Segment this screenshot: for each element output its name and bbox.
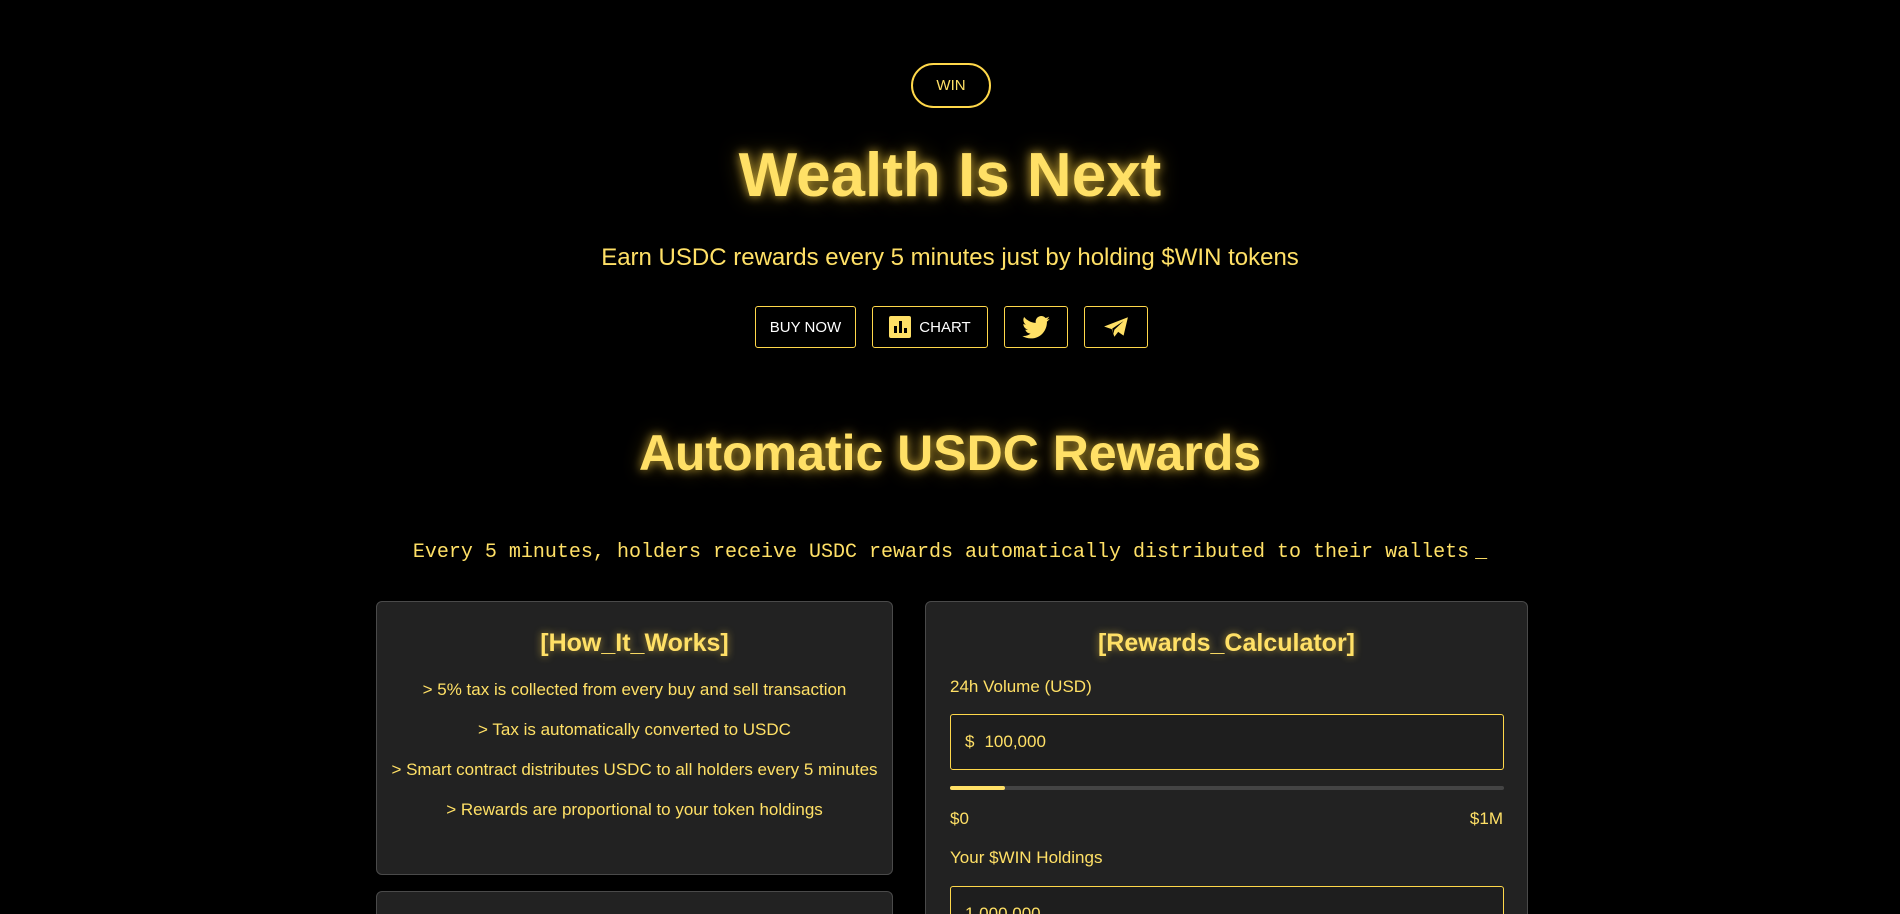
telegram-button[interactable] [1084, 306, 1148, 348]
rewards-calculator-title: [Rewards_Calculator] [1097, 629, 1356, 657]
chart-button[interactable]: CHART [872, 306, 988, 348]
typing-cursor: _ [1475, 541, 1488, 564]
range-max-label: $1M [1469, 809, 1503, 828]
how-it-works-list: > 5% tax is collected from every buy and… [377, 680, 892, 840]
volume-slider[interactable] [950, 786, 1504, 790]
telegram-icon [1103, 316, 1129, 338]
list-item: > Smart contract distributes USDC to all… [391, 760, 878, 779]
rewards-section-title: Automatic USDC Rewards [638, 425, 1262, 481]
chart-label: CHART [919, 318, 971, 336]
how-it-works-title: [How_It_Works] [540, 629, 729, 657]
holdings-input-box[interactable] [950, 886, 1504, 914]
next-card [376, 891, 893, 914]
volume-input-box[interactable]: $ [950, 714, 1504, 770]
action-buttons: BUY NOW CHART [755, 306, 1148, 348]
list-item: > Rewards are proportional to your token… [446, 800, 823, 819]
dollar-prefix: $ [965, 732, 975, 751]
range-min-label: $0 [950, 809, 969, 828]
volume-slider-fill[interactable] [950, 786, 1006, 790]
win-badge-label: WIN [936, 77, 966, 94]
typing-text: Every 5 minutes, holders receive USDC re… [412, 541, 1470, 564]
page: WIN Wealth Is Next Earn USDC rewards eve… [0, 0, 1900, 914]
list-item: > 5% tax is collected from every buy and… [422, 680, 847, 699]
how-it-works-card: [How_It_Works] > 5% tax is collected fro… [376, 601, 893, 875]
rewards-typing-text: Every 5 minutes, holders receive USDC re… [0, 541, 1900, 564]
rewards-calculator-card: [Rewards_Calculator] 24h Volume (USD) $ … [925, 601, 1528, 914]
volume-input[interactable] [984, 732, 1405, 752]
volume-label: 24h Volume (USD) [950, 677, 1092, 696]
twitter-button[interactable] [1004, 306, 1068, 348]
list-item: > Tax is automatically converted to USDC [478, 720, 791, 739]
hero-subtitle: Earn USDC rewards every 5 minutes just b… [601, 244, 1299, 271]
holdings-label: Your $WIN Holdings [950, 848, 1103, 867]
buy-now-button[interactable]: BUY NOW [755, 306, 856, 348]
hero-title: Wealth Is Next [738, 141, 1162, 210]
holdings-input[interactable] [965, 904, 1385, 914]
win-badge: WIN [911, 63, 991, 108]
twitter-icon [1022, 315, 1050, 339]
buy-now-label: BUY NOW [769, 318, 842, 336]
bar-chart-icon [889, 316, 912, 338]
